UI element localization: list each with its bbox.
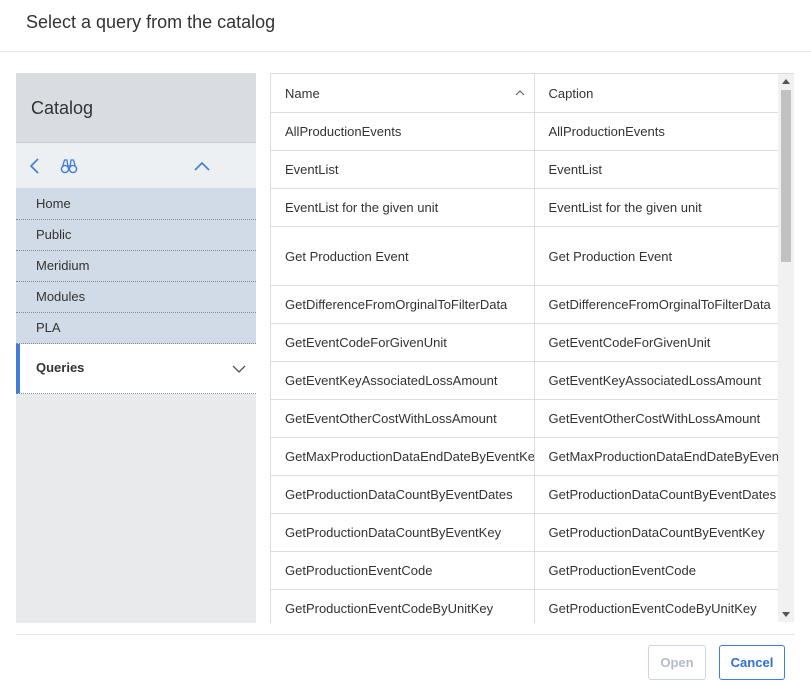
cell-name: Get Production Event	[271, 226, 535, 286]
cell-name: EventList for the given unit	[271, 188, 535, 227]
cell-caption: AllProductionEvents	[534, 112, 786, 151]
table-row[interactable]: GetProductionDataCountByEventDates GetPro…	[271, 475, 786, 514]
sort-ascending-icon	[515, 90, 524, 96]
cancel-button[interactable]: Cancel	[719, 645, 785, 680]
table-row[interactable]: GetProductionEventCode GetProductionEvent…	[271, 551, 786, 590]
cell-caption: Get Production Event	[534, 226, 786, 286]
tree-item-queries-label: Queries	[36, 360, 85, 375]
catalog-header: Catalog	[16, 73, 256, 143]
catalog-panel: Catalog Home Public Meridium Modules PLA…	[16, 73, 256, 623]
query-table: Name Caption AllProductionEvents AllProdu…	[271, 74, 786, 623]
footer-divider	[16, 634, 795, 635]
tree-item-meridium[interactable]: Meridium	[16, 251, 256, 282]
cell-name: EventList	[271, 150, 535, 189]
tree-item-queries[interactable]: Queries	[16, 344, 256, 394]
table-row[interactable]: EventList for the given unit EventList fo…	[271, 188, 786, 227]
dialog-header: Select a query from the catalog	[0, 0, 811, 52]
table-row[interactable]: GetMaxProductionDataEndDateByEventKey Get…	[271, 437, 786, 476]
cell-name: GetEventCodeForGivenUnit	[271, 323, 535, 362]
tree-item-home[interactable]: Home	[16, 189, 256, 220]
cell-name: GetEventOtherCostWithLossAmount	[271, 399, 535, 438]
column-header-caption-label: Caption	[548, 85, 594, 101]
tree-item-modules[interactable]: Modules	[16, 282, 256, 313]
chevron-left-icon[interactable]	[26, 157, 44, 175]
table-row[interactable]: GetDifferenceFromOrginalToFilterData GetD…	[271, 285, 786, 324]
grid-scrollbar[interactable]	[778, 74, 794, 622]
binoculars-icon[interactable]	[60, 157, 78, 175]
catalog-title: Catalog	[31, 98, 94, 118]
cell-caption: GetMaxProductionDataEndDateByEventKey	[534, 437, 786, 476]
cell-name: GetProductionDataCountByEventKey	[271, 513, 535, 552]
cell-caption: GetDifferenceFromOrginalToFilterData	[534, 285, 786, 324]
table-header-row: Name Caption	[271, 74, 786, 113]
cell-caption: GetProductionEventCode	[534, 551, 786, 590]
tree-item-pla[interactable]: PLA	[16, 313, 256, 344]
query-grid: Name Caption AllProductionEvents AllProdu…	[270, 73, 794, 623]
table-row[interactable]: GetProductionDataCountByEventKey GetProdu…	[271, 513, 786, 552]
table-row[interactable]: AllProductionEvents AllProductionEvents	[271, 112, 786, 151]
cell-caption: GetEventKeyAssociatedLossAmount	[534, 361, 786, 400]
cell-name: GetProductionEventCodeByUnitKey	[271, 589, 535, 623]
column-header-name[interactable]: Name	[271, 74, 535, 113]
scroll-up-arrow-icon[interactable]	[782, 79, 790, 84]
table-row[interactable]: GetEventOtherCostWithLossAmount GetEventO…	[271, 399, 786, 438]
scroll-thumb[interactable]	[781, 90, 791, 262]
cell-name: GetMaxProductionDataEndDateByEventKey	[271, 437, 535, 476]
cell-name: GetProductionEventCode	[271, 551, 535, 590]
cell-name: GetEventKeyAssociatedLossAmount	[271, 361, 535, 400]
dialog-title: Select a query from the catalog	[26, 12, 276, 32]
cell-caption: EventList for the given unit	[534, 188, 786, 227]
cell-name: AllProductionEvents	[271, 112, 535, 151]
column-header-name-label: Name	[285, 85, 320, 101]
catalog-toolbar	[16, 143, 256, 189]
cell-name: GetProductionDataCountByEventDates	[271, 475, 535, 514]
cell-name: GetDifferenceFromOrginalToFilterData	[271, 285, 535, 324]
chevron-up-icon[interactable]	[193, 157, 211, 175]
cell-caption: EventList	[534, 150, 786, 189]
cell-caption: GetEventOtherCostWithLossAmount	[534, 399, 786, 438]
table-row[interactable]: EventList EventList	[271, 150, 786, 189]
table-row[interactable]: Get Production Event Get Production Event	[271, 226, 786, 286]
cell-caption: GetEventCodeForGivenUnit	[534, 323, 786, 362]
column-header-caption[interactable]: Caption	[534, 74, 786, 113]
cell-caption: GetProductionDataCountByEventKey	[534, 513, 786, 552]
table-row[interactable]: GetEventCodeForGivenUnit GetEventCodeForG…	[271, 323, 786, 362]
cell-caption: GetProductionEventCodeByUnitKey	[534, 589, 786, 623]
tree-item-public[interactable]: Public	[16, 220, 256, 251]
table-row[interactable]: GetProductionEventCodeByUnitKey GetProduc…	[271, 589, 786, 623]
table-row[interactable]: GetEventKeyAssociatedLossAmount GetEventK…	[271, 361, 786, 400]
open-button[interactable]: Open	[648, 645, 706, 680]
cell-caption: GetProductionDataCountByEventDates	[534, 475, 786, 514]
scroll-down-arrow-icon[interactable]	[782, 612, 790, 617]
chevron-down-icon[interactable]	[232, 362, 246, 376]
